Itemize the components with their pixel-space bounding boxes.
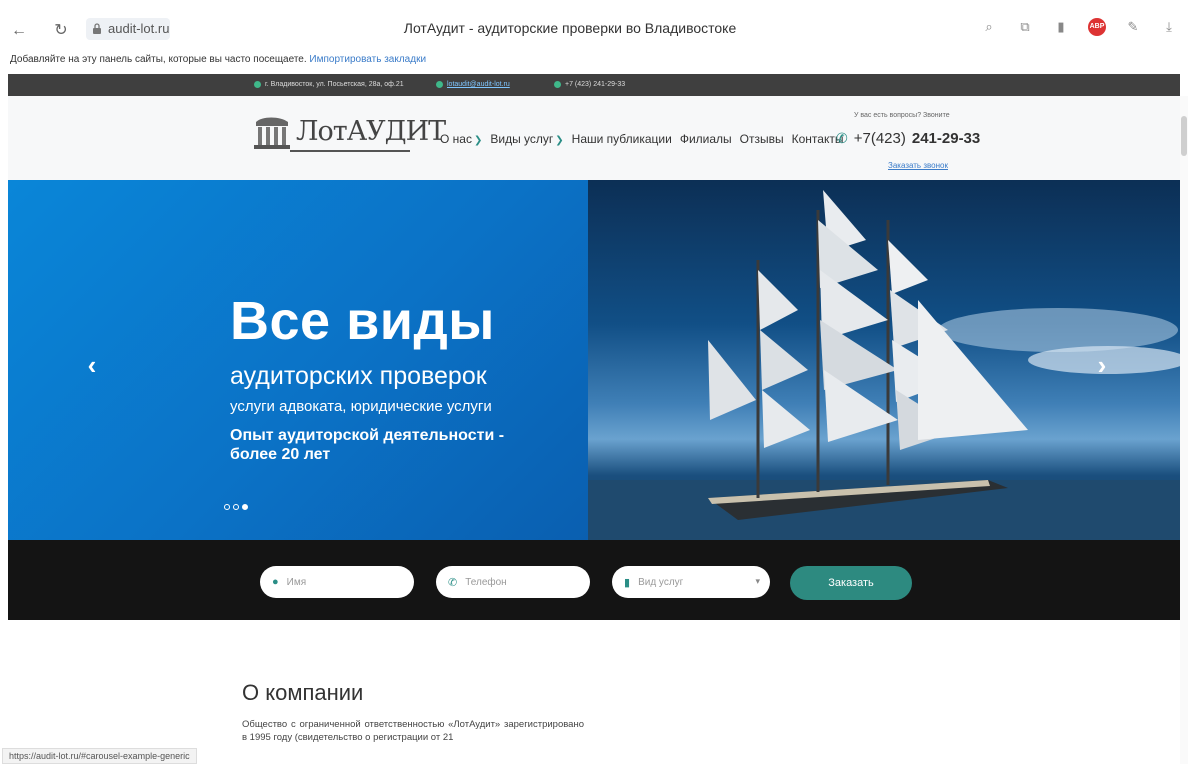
- carousel-indicators: [224, 504, 248, 510]
- name-placeholder: Имя: [286, 576, 307, 588]
- phone-number: 241-29-33: [911, 130, 981, 147]
- location-icon: [254, 81, 261, 88]
- name-input[interactable]: ● Имя: [260, 566, 414, 598]
- chevron-down-icon: ❯: [555, 135, 564, 146]
- address-text: audit-lot.ru: [108, 21, 170, 36]
- scrollbar-thumb[interactable]: [1181, 116, 1187, 156]
- hero-carousel: Все виды аудиторских проверок услуги адв…: [8, 180, 1180, 540]
- chevron-down-icon: ❯: [473, 135, 483, 146]
- bookmark-icon[interactable]: ▮: [1052, 18, 1070, 36]
- order-submit-button[interactable]: Заказать: [790, 566, 912, 600]
- chevron-down-icon: ▾: [755, 576, 760, 586]
- carousel-prev-icon[interactable]: ‹: [80, 350, 104, 380]
- contact-question: У вас есть вопросы? Звоните: [854, 112, 950, 119]
- reload-icon[interactable]: ↻: [52, 22, 70, 40]
- status-bar-url: https://audit-lot.ru/#carousel-example-g…: [2, 748, 197, 764]
- download-icon[interactable]: ⤓: [1160, 18, 1178, 36]
- browser-actions: ⌕ ⧉ ▮ ABP ✎ ⤓: [980, 18, 1178, 36]
- document-icon: ▮: [624, 576, 631, 589]
- phone-input[interactable]: ✆ Телефон: [436, 566, 590, 598]
- search-icon[interactable]: ⌕: [980, 18, 998, 36]
- page-scrollbar[interactable]: [1180, 96, 1188, 764]
- hero-experience: Опыт аудиторской деятельности - более 20…: [230, 427, 505, 463]
- phone-icon: ✆: [448, 576, 458, 589]
- strip-phone-text: +7 (423) 241-29-33: [565, 81, 626, 88]
- strip-phone: +7 (423) 241-29-33: [554, 81, 625, 88]
- carousel-next-icon[interactable]: ›: [1090, 350, 1114, 380]
- hero-services-line: услуги адвоката, юридические услуги: [230, 398, 492, 415]
- logo-text: ЛотАУДИТ: [296, 116, 446, 147]
- logo[interactable]: ЛотАУДИТ: [250, 108, 446, 158]
- address-bar[interactable]: audit-lot.ru: [86, 18, 170, 40]
- phone-icon: ✆: [836, 130, 848, 146]
- bookmarks-bar-hint: Добавляйте на эту панель сайты, которые …: [10, 54, 426, 65]
- carousel-dot-1[interactable]: [224, 504, 230, 510]
- nav-item-about[interactable]: О нас ❯: [440, 132, 482, 146]
- header-phone[interactable]: ✆ +7(423) 241-29-33: [836, 130, 980, 147]
- callback-link[interactable]: Заказать звонок: [888, 161, 948, 170]
- site-header: ЛотАУДИТ О нас ❯ Виды услуг ❯ Наши публика…: [8, 96, 1180, 180]
- hero-subheading: аудиторских проверок: [230, 362, 487, 390]
- carousel-dot-2[interactable]: [233, 504, 239, 510]
- browser-toolbar: ← ↻ audit-lot.ru ЛотАудит - аудиторские …: [0, 0, 1188, 52]
- logo-emblem-icon: [254, 117, 290, 149]
- extensions-icon[interactable]: ✎: [1124, 18, 1142, 36]
- translate-icon[interactable]: ⧉: [1016, 18, 1034, 36]
- back-icon[interactable]: ←: [10, 22, 28, 40]
- logo-underline: [290, 150, 410, 152]
- bookmarks-hint-text: Добавляйте на эту панель сайты, которые …: [10, 54, 307, 65]
- nav-services-label: Виды услуг: [490, 132, 554, 146]
- lock-icon: [93, 23, 101, 34]
- about-text: Общество с ограниченной ответственностью…: [242, 719, 584, 743]
- page-title: ЛотАудит - аудиторские проверки во Влади…: [403, 20, 737, 36]
- service-placeholder: Вид услуг: [638, 576, 684, 588]
- nav-item-reviews[interactable]: Отзывы: [740, 132, 784, 146]
- phone-prefix: +7(423): [853, 130, 906, 147]
- main-nav: О нас ❯ Виды услуг ❯ Наши публикации Филиа…: [440, 132, 843, 146]
- import-bookmarks-link[interactable]: Импортировать закладки: [309, 54, 426, 65]
- hero-heading: Все виды: [230, 291, 495, 351]
- user-icon: ●: [272, 576, 279, 588]
- nav-item-branches[interactable]: Филиалы: [680, 132, 732, 146]
- strip-address-text: г. Владивосток, ул. Посьетская, 28а, оф.…: [265, 81, 404, 88]
- about-title: О компании: [242, 680, 364, 705]
- strip-email-text[interactable]: lotaudit@audit-lot.ru: [447, 81, 510, 88]
- nav-item-publications[interactable]: Наши публикации: [572, 132, 672, 146]
- mail-icon: [436, 81, 443, 88]
- top-contact-strip: г. Владивосток, ул. Посьетская, 28а, оф.…: [8, 74, 1180, 96]
- carousel-dot-3[interactable]: [242, 504, 248, 510]
- strip-address: г. Владивосток, ул. Посьетская, 28а, оф.…: [254, 81, 404, 88]
- nav-item-services[interactable]: Виды услуг ❯: [490, 132, 563, 146]
- order-form: ● Имя ✆ Телефон ▮ Вид услуг ▾ Заказать: [8, 540, 1180, 620]
- strip-email[interactable]: lotaudit@audit-lot.ru: [436, 81, 510, 88]
- phone-icon: [554, 81, 561, 88]
- service-select[interactable]: ▮ Вид услуг ▾: [612, 566, 770, 598]
- phone-placeholder: Телефон: [465, 576, 507, 588]
- adblock-icon[interactable]: ABP: [1088, 18, 1106, 36]
- nav-about-label: О нас: [440, 132, 472, 146]
